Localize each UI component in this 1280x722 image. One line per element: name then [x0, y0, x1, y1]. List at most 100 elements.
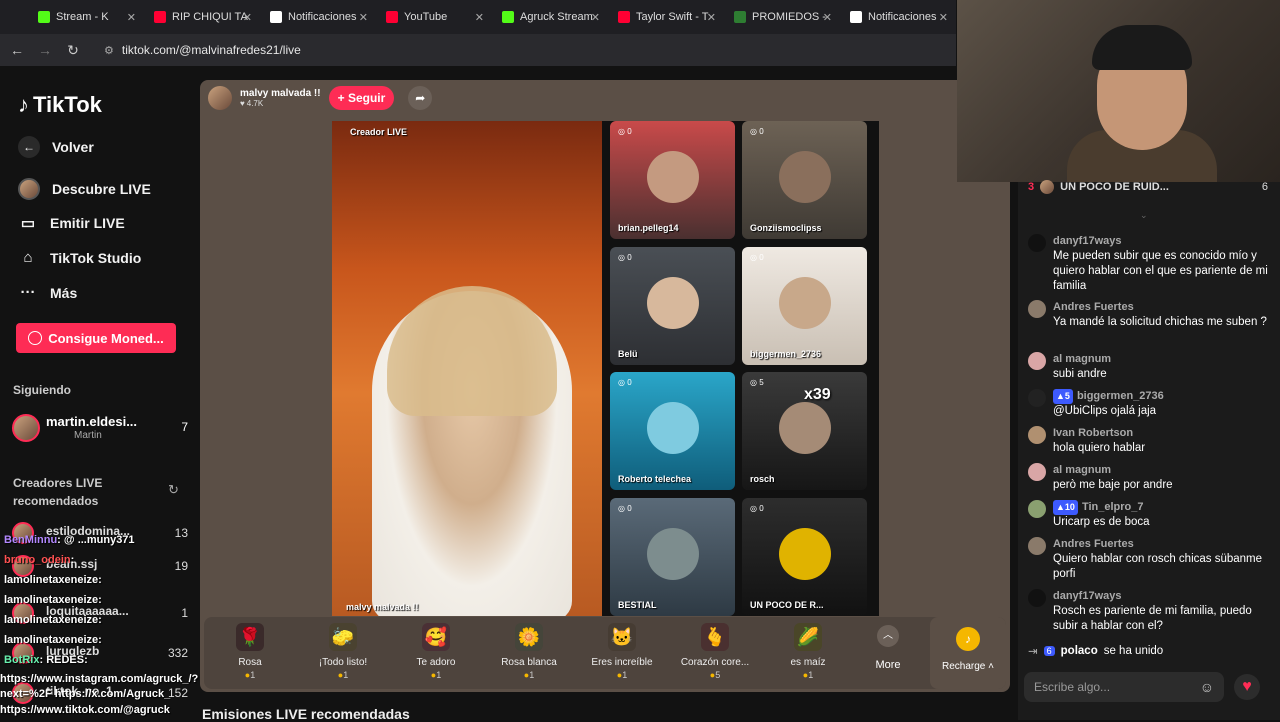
overlay-chat-line: lamolinetaxeneize:	[4, 634, 102, 646]
tab-favicon-icon	[502, 11, 514, 23]
emoji-icon[interactable]: ☺	[1200, 679, 1214, 695]
nav-emitir-live[interactable]: ▭ Emitir LIVE	[18, 214, 125, 232]
gift-item[interactable]: 🧽 ¡Todo listo! ●1	[298, 623, 388, 680]
gift-icon: 🌽	[794, 623, 822, 651]
recharge-button[interactable]: ♪ Recharge ˄	[930, 617, 1006, 689]
camera-icon: ▭	[20, 215, 36, 232]
guest-tile[interactable]: ◎ 0 UN POCO DE R...	[742, 498, 867, 616]
avatar	[1028, 500, 1046, 518]
tab-favicon-icon	[618, 11, 630, 23]
following-item[interactable]: martin.eldesi... Martin 7	[12, 412, 188, 446]
overlay-chat-line: lamolinetaxeneize:	[4, 594, 102, 606]
level-badge: ▲10	[1053, 500, 1078, 515]
close-icon[interactable]: ✕	[475, 11, 484, 24]
nav-mas[interactable]: ··· Más	[18, 284, 78, 301]
address-bar: ← → ↻ ⚙ tiktok.com/@malvinafredes21/live	[0, 34, 956, 66]
host-name[interactable]: malvy malvada !!	[240, 88, 321, 99]
browser-tab[interactable]: Notificaciones ✕	[842, 3, 956, 31]
close-icon[interactable]: ✕	[707, 11, 716, 24]
level-badge: ▲5	[1053, 389, 1073, 404]
browser-tab[interactable]: Stream - K ✕	[30, 3, 144, 31]
get-coins-button[interactable]: Consigue Moned...	[16, 323, 176, 353]
guest-tile[interactable]: ◎ 5 x39 rosch	[742, 372, 867, 490]
tiktok-note-icon: ♪	[18, 92, 29, 117]
guest-avatar	[779, 151, 831, 203]
gift-item[interactable]: 🫰 Corazón core... ●5	[670, 623, 760, 680]
host-video[interactable]: Creador LIVE malvy malvada !!	[332, 121, 602, 616]
host-hair	[387, 286, 557, 416]
gift-item[interactable]: 🌼 Rosa blanca ●1	[484, 623, 574, 680]
guest-tile[interactable]: ◎ 0 Gonziismoclipss	[742, 121, 867, 239]
guest-tile[interactable]: ◎ 0 biggermen_2736	[742, 247, 867, 365]
avatar	[1028, 300, 1046, 318]
avatar	[1028, 589, 1046, 607]
url-text: tiktok.com/@malvinafredes21/live	[121, 43, 301, 57]
close-icon[interactable]: ✕	[127, 11, 136, 24]
chat-message: danyf17ways Rosch es pariente de mi famil…	[1028, 589, 1268, 634]
browser-tab[interactable]: RIP CHIQUI TA ✕	[146, 3, 260, 31]
chat-input[interactable]: Escribe algo... ☺	[1024, 672, 1224, 702]
host-avatar[interactable]	[208, 86, 232, 110]
reload-icon[interactable]: ↻	[66, 42, 80, 59]
close-icon[interactable]: ✕	[359, 11, 368, 24]
enter-icon: ⇥	[1028, 646, 1038, 658]
guest-avatar	[647, 528, 699, 580]
host-info: malvy malvada !! ♥ 4.7K + Seguir ➦	[208, 86, 433, 110]
avatar	[12, 414, 40, 442]
chat-message: ▲10 Tin_elpro_7 Uricarp es de boca	[1028, 500, 1268, 530]
guest-score-badge: ◎ 0	[750, 253, 764, 262]
more-gifts-button[interactable]: ︿ More	[864, 625, 912, 671]
browser-tab[interactable]: YouTube ✕	[378, 3, 492, 31]
guest-tile[interactable]: ◎ 0 brian.pelleg14	[610, 121, 735, 239]
close-icon[interactable]: ✕	[939, 11, 948, 24]
chat-message: ▲5 biggermen_2736 @UbiClips ojalá jaja	[1028, 389, 1268, 419]
chat-message: Andres Fuertes Ya mandé la solicitud chic…	[1028, 300, 1268, 330]
browser-tab[interactable]: Agruck Stream ✕	[494, 3, 608, 31]
coin-icon	[28, 331, 43, 345]
following-count: 7	[181, 420, 188, 434]
following-sub: Martin	[74, 430, 102, 441]
gift-price: ●1	[337, 670, 349, 680]
site-info-icon[interactable]: ⚙	[104, 44, 114, 57]
gift-item[interactable]: 🌽 es maíz ●1	[763, 623, 853, 680]
guest-score-badge: ◎ 0	[618, 378, 632, 387]
follow-button[interactable]: + Seguir	[328, 86, 395, 110]
nav-descubre-live[interactable]: Descubre LIVE	[18, 178, 151, 200]
url-field[interactable]: ⚙ tiktok.com/@malvinafredes21/live	[104, 43, 301, 57]
back-arrow-icon[interactable]: ←	[10, 42, 24, 58]
browser-tab[interactable]: Taylor Swift - T ✕	[610, 3, 724, 31]
home-icon: ⌂	[23, 249, 33, 266]
like-heart-icon[interactable]: ♥	[1234, 674, 1260, 700]
back-link[interactable]: ← Volver	[18, 136, 94, 158]
nav-tiktok-studio[interactable]: ⌂ TikTok Studio	[18, 249, 141, 266]
refresh-icon[interactable]: ↻	[168, 482, 179, 498]
arrow-left-icon: ←	[18, 136, 40, 158]
guest-avatar	[779, 402, 831, 454]
avatar	[1028, 426, 1046, 444]
close-icon[interactable]: ✕	[591, 11, 600, 24]
gift-item[interactable]: 🐱 Eres increíble ●1	[577, 623, 667, 680]
forward-arrow-icon[interactable]: →	[38, 42, 52, 58]
tab-favicon-icon	[734, 11, 746, 23]
guest-tile[interactable]: ◎ 0 Roberto telechea	[610, 372, 735, 490]
gift-item[interactable]: 🥰 Te adoro ●1	[391, 623, 481, 680]
tab-favicon-icon	[850, 11, 862, 23]
browser-tab[interactable]: Notificaciones ✕	[262, 3, 376, 31]
tiktok-coin-icon: ♪	[956, 627, 980, 651]
share-icon[interactable]: ➦	[408, 86, 433, 110]
guest-avatar	[647, 151, 699, 203]
close-icon[interactable]: ✕	[823, 11, 832, 24]
streamer-webcam	[957, 0, 1280, 182]
top-guest-row[interactable]: 3 UN POCO DE RUID... 6	[1028, 180, 1268, 194]
guest-tile[interactable]: ◎ 0 BESTIAL	[610, 498, 735, 616]
overlay-chat-line: https://www.instagram.com/agruck_/?next=…	[0, 673, 199, 700]
gift-icon: 🐱	[608, 623, 636, 651]
close-icon[interactable]: ✕	[243, 11, 252, 24]
live-avatar-icon	[18, 178, 40, 200]
tiktok-logo[interactable]: ♪ TikTok	[18, 92, 102, 118]
more-icon: ···	[20, 284, 36, 301]
browser-tab[interactable]: PROMIEDOS - ✕	[726, 3, 840, 31]
overlay-chat-line: lamolinetaxeneize:	[4, 614, 102, 626]
guest-tile[interactable]: ◎ 0 Belü	[610, 247, 735, 365]
gift-item[interactable]: 🌹 Rosa ●1	[205, 623, 295, 680]
